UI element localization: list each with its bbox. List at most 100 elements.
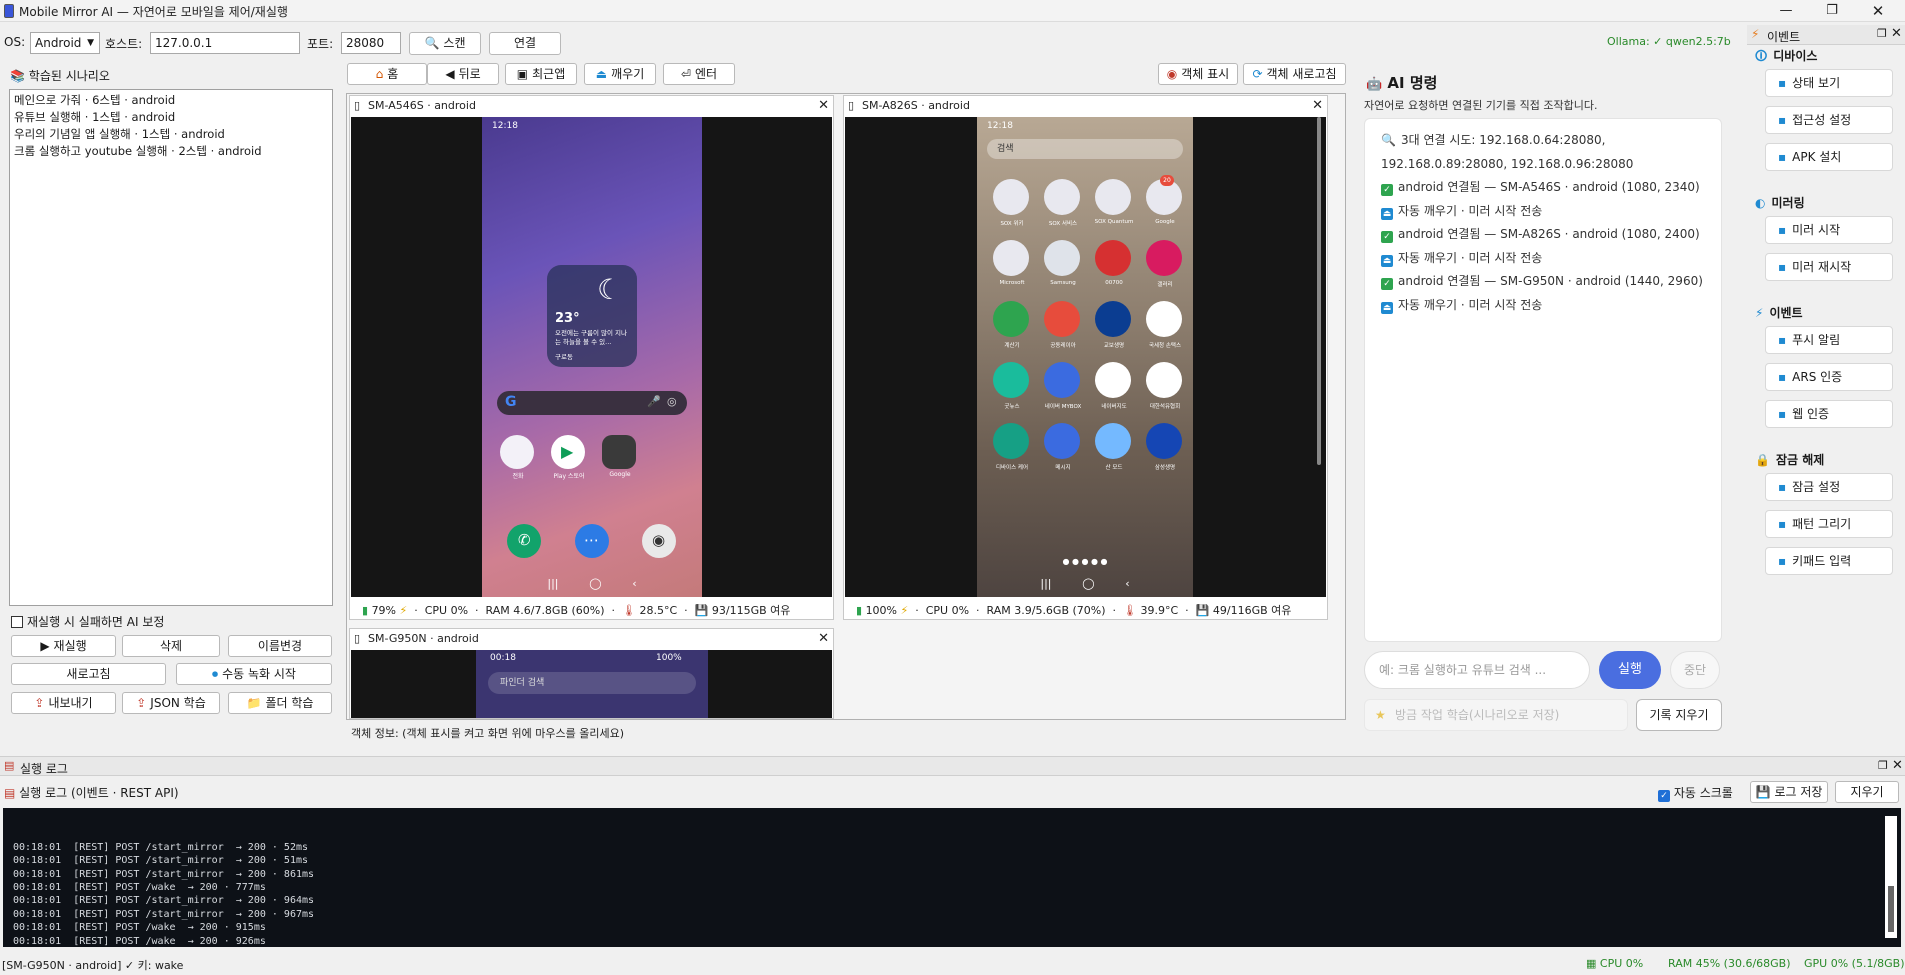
close-icon[interactable]: ✕ — [1891, 26, 1902, 41]
event-action-button[interactable]: ▪ 패턴 그리기 — [1765, 510, 1893, 538]
phone-display[interactable]: 00:18 100% 파인더 검색 — [476, 650, 708, 718]
close-device-icon[interactable]: ✕ — [1312, 96, 1323, 116]
list-item[interactable]: 우리의 기념일 앱 실행해 · 1스텝 · android — [14, 126, 328, 143]
google-search-bar[interactable]: G 🎤 ◎ — [497, 391, 687, 415]
list-item[interactable]: 메인으로 가줘 · 6스텝 · android — [14, 92, 328, 109]
close-device-icon[interactable]: ✕ — [818, 96, 829, 116]
ai-fix-checkbox[interactable] — [11, 616, 23, 628]
port-input[interactable]: 28080 — [341, 32, 401, 54]
app-icon[interactable] — [993, 362, 1029, 398]
home-nav-icon[interactable]: ◯ — [589, 577, 601, 590]
list-item[interactable]: 유튜브 실행해 · 1스텝 · android — [14, 109, 328, 126]
app-icon[interactable] — [993, 179, 1029, 215]
connect-button[interactable]: 연결 — [489, 32, 561, 55]
app-icon[interactable] — [993, 240, 1029, 276]
event-action-button[interactable]: ▪ 웹 인증 — [1765, 400, 1893, 428]
phone-display[interactable]: 12:18 ☾ 23° 오전에는 구름이 많이 지나는 하늘을 볼 수 있...… — [482, 117, 702, 597]
log-output[interactable]: 00:18:01 [REST] POST /start_mirror → 200… — [3, 808, 1901, 947]
close-device-icon[interactable]: ✕ — [818, 629, 829, 649]
replay-button[interactable]: ▶ 재실행 — [11, 635, 116, 657]
ai-fix-row[interactable]: 재실행 시 실패하면 AI 보정 — [11, 613, 164, 630]
app-icon[interactable] — [1146, 362, 1182, 398]
app-icon[interactable] — [1044, 362, 1080, 398]
event-action-button[interactable]: ▪ APK 설치 — [1765, 143, 1893, 171]
refresh-objects-button[interactable]: ⟳ 객체 새로고침 — [1243, 63, 1346, 85]
export-button[interactable]: ⇪ 내보내기 — [11, 692, 116, 714]
close-icon[interactable]: ✕ — [1855, 0, 1901, 22]
ai-command-input[interactable]: 예: 크롬 실행하고 유튜브 검색 ... — [1364, 651, 1590, 689]
app-icon[interactable] — [1044, 301, 1080, 337]
float-icon[interactable]: ❐ — [1877, 27, 1887, 40]
weather-widget[interactable]: ☾ 23° 오전에는 구름이 많이 지나는 하늘을 볼 수 있... 구로동 — [547, 265, 637, 367]
manual-record-button[interactable]: ⏺ 수동 녹화 시작 — [176, 663, 332, 685]
device-screen[interactable]: 00:18 100% 파인더 검색 — [351, 650, 832, 718]
device-screen[interactable]: 12:18 검색 SOX 위키 SOX 서비스 SOX Quantum Google M… — [845, 117, 1326, 597]
call-app-icon[interactable]: ✆ — [507, 524, 541, 558]
event-action-button[interactable]: ▪ 미러 재시작 — [1765, 253, 1893, 281]
camera-app-icon[interactable]: ◉ — [642, 524, 676, 558]
event-action-button[interactable]: ▪ ARS 인증 — [1765, 363, 1893, 391]
float-icon[interactable]: ❐ — [1878, 759, 1888, 772]
app-icon[interactable] — [1095, 240, 1131, 276]
app-icon[interactable] — [1146, 240, 1182, 276]
minimize-icon[interactable]: — — [1763, 0, 1809, 22]
play-store-app-icon[interactable]: ▶ — [551, 435, 585, 469]
check-icon[interactable]: ✓ — [1658, 790, 1670, 802]
app-icon[interactable] — [993, 423, 1029, 459]
clear-history-button[interactable]: 기록 지우기 — [1636, 699, 1722, 731]
auto-scroll-toggle[interactable]: ✓ 자동 스크롤 — [1658, 784, 1733, 802]
app-icon[interactable] — [1146, 301, 1182, 337]
app-icon[interactable] — [1095, 301, 1131, 337]
app-icon[interactable] — [1146, 423, 1182, 459]
app-icon[interactable] — [1095, 423, 1131, 459]
close-icon[interactable]: ✕ — [1892, 758, 1903, 773]
recent-apps-button[interactable]: ▣ 최근앱 — [505, 63, 577, 85]
app-icon[interactable] — [1044, 423, 1080, 459]
restore-icon[interactable]: ❐ — [1809, 0, 1855, 22]
phone-display[interactable]: 12:18 검색 SOX 위키 SOX 서비스 SOX Quantum Google M… — [977, 117, 1193, 597]
recents-nav-icon[interactable]: ||| — [547, 577, 558, 590]
google-folder-icon[interactable] — [602, 435, 636, 469]
scenario-list[interactable]: 메인으로 가줘 · 6스텝 · android 유튜브 실행해 · 1스텝 · … — [9, 89, 333, 606]
log-scroll-thumb[interactable] — [1888, 886, 1894, 932]
back-nav-icon[interactable]: ‹ — [632, 577, 636, 590]
app-icon[interactable] — [1095, 362, 1131, 398]
clear-log-button[interactable]: 지우기 — [1835, 781, 1899, 803]
event-action-button[interactable]: ▪ 접근성 설정 — [1765, 106, 1893, 134]
host-input[interactable]: 127.0.0.1 — [150, 32, 300, 54]
device-screen[interactable]: 12:18 ☾ 23° 오전에는 구름이 많이 지나는 하늘을 볼 수 있...… — [351, 117, 832, 597]
refresh-button[interactable]: 새로고침 — [11, 663, 166, 685]
scrollbar[interactable] — [1317, 117, 1321, 465]
show-objects-button[interactable]: ◉ 객체 표시 — [1158, 63, 1238, 85]
learn-button[interactable]: ★ 방금 작업 학습(시나리오로 저장) — [1364, 699, 1628, 731]
json-learn-button[interactable]: ⇪ JSON 학습 — [122, 692, 220, 714]
event-action-button[interactable]: ▪ 키패드 입력 — [1765, 547, 1893, 575]
event-action-button[interactable]: ▪ 상태 보기 — [1765, 69, 1893, 97]
app-icon[interactable] — [993, 301, 1029, 337]
save-log-button[interactable]: 💾 로그 저장 — [1750, 781, 1828, 803]
recents-nav-icon[interactable]: ||| — [1040, 577, 1051, 590]
enter-button[interactable]: ⏎ 엔터 — [663, 63, 735, 85]
list-item[interactable]: 크롬 실행하고 youtube 실행해 · 2스텝 · android — [14, 143, 328, 160]
home-button[interactable]: ⌂ 홈 — [347, 63, 427, 85]
os-select[interactable]: Android ▼ — [30, 32, 100, 54]
log-scrollbar[interactable] — [1885, 816, 1897, 938]
finder-search-bar[interactable]: 파인더 검색 — [488, 672, 696, 694]
stop-button[interactable]: 중단 — [1670, 651, 1720, 689]
app-icon[interactable] — [1044, 240, 1080, 276]
messages-app-icon[interactable]: ⋯ — [575, 524, 609, 558]
back-nav-icon[interactable]: ‹ — [1125, 577, 1129, 590]
back-button[interactable]: ◀ 뒤로 — [427, 63, 499, 85]
app-icon[interactable] — [1044, 179, 1080, 215]
run-button[interactable]: 실행 — [1599, 651, 1661, 689]
scan-button[interactable]: 🔍 스캔 — [409, 32, 481, 55]
app-search-bar[interactable]: 검색 — [987, 139, 1183, 159]
event-action-button[interactable]: ▪ 미러 시작 — [1765, 216, 1893, 244]
rename-button[interactable]: 이름변경 — [228, 635, 332, 657]
home-nav-icon[interactable]: ◯ — [1082, 577, 1094, 590]
wake-button[interactable]: ⏏ 깨우기 — [584, 63, 656, 85]
delete-button[interactable]: 삭제 — [122, 635, 220, 657]
app-icon[interactable] — [1095, 179, 1131, 215]
folder-learn-button[interactable]: 📁 폴더 학습 — [228, 692, 332, 714]
phone-app-icon[interactable] — [500, 435, 534, 469]
